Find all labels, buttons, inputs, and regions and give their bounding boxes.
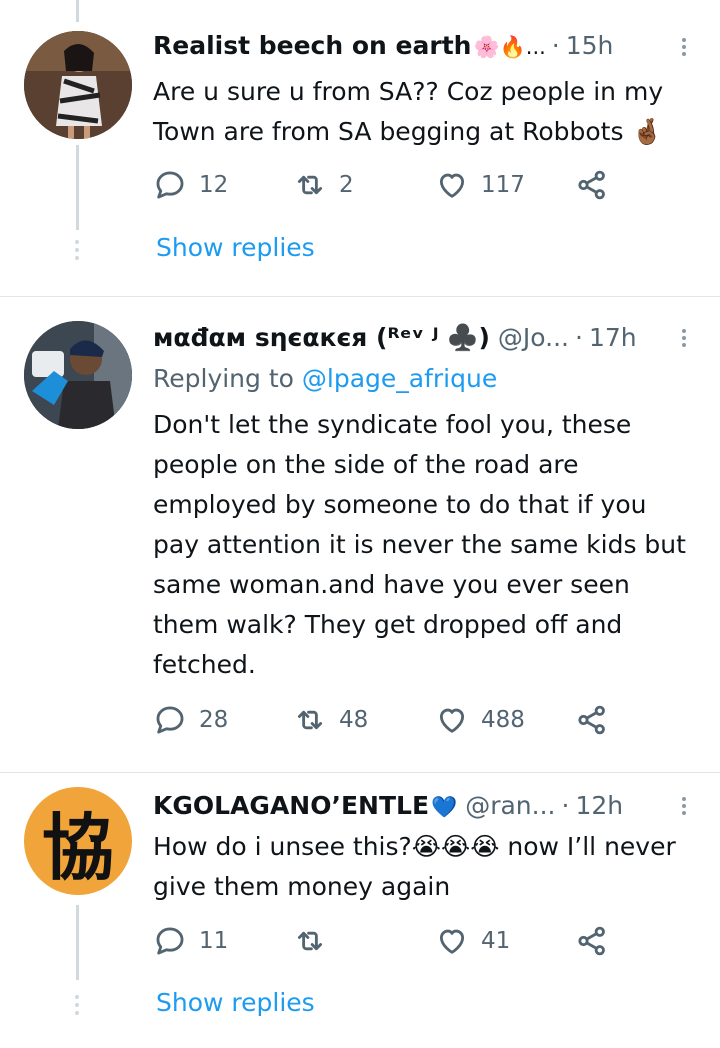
replying-label: Replying to bbox=[153, 364, 302, 393]
retweet-icon bbox=[297, 175, 323, 195]
display-name[interactable]: KGOLAGANO’ENTLE bbox=[153, 789, 429, 823]
reply-count: 12 bbox=[199, 172, 229, 198]
reply-button[interactable]: 28 bbox=[153, 703, 228, 737]
show-replies-link[interactable]: Show replies bbox=[156, 233, 315, 262]
retweet-button[interactable] bbox=[293, 924, 339, 958]
handle[interactable]: @Jo... bbox=[498, 321, 569, 355]
heart-icon bbox=[439, 929, 465, 954]
retweet-icon bbox=[297, 931, 323, 951]
tweet-1[interactable]: Realist beech on earth 🌸🔥... · 15h Are u… bbox=[0, 0, 720, 296]
share-icon bbox=[578, 926, 605, 956]
tweet-text: Don't let the syndicate fool you, these … bbox=[153, 410, 686, 679]
retweet-button[interactable]: 48 bbox=[293, 703, 368, 737]
more-icon[interactable] bbox=[682, 329, 686, 347]
tweet-2[interactable]: мαđαм ѕηєαкєя (ᴿᵉᵛ ᴶ ♣️) @Jo... · 17h Re… bbox=[0, 297, 720, 772]
timestamp[interactable]: 15h bbox=[566, 29, 614, 63]
tweet-header: мαđαм ѕηєαкєя (ᴿᵉᵛ ᴶ ♣️) @Jo... · 17h bbox=[153, 321, 700, 355]
avatar[interactable] bbox=[24, 321, 132, 429]
share-button[interactable] bbox=[575, 168, 609, 202]
retweet-button[interactable]: 2 bbox=[293, 168, 354, 202]
reply-count: 28 bbox=[199, 707, 229, 733]
tweet-header: KGOLAGANO’ENTLE 💙 @ran... · 12h bbox=[153, 789, 700, 824]
separator-dot: · bbox=[551, 31, 560, 60]
replying-to: Replying to @lpage_afrique bbox=[153, 362, 497, 396]
share-icon bbox=[578, 170, 605, 200]
tweet-3[interactable]: 協 KGOLAGANO’ENTLE 💙 @ran... · 12h How do… bbox=[0, 773, 720, 1048]
name-emojis: 💙 bbox=[431, 795, 458, 819]
reply-icon bbox=[156, 927, 184, 955]
like-button[interactable]: 488 bbox=[435, 703, 525, 737]
separator-dot: · bbox=[574, 323, 583, 352]
display-name[interactable]: Realist beech on earth bbox=[153, 29, 471, 63]
like-count: 488 bbox=[481, 707, 525, 733]
avatar[interactable] bbox=[24, 31, 132, 139]
more-icon[interactable] bbox=[682, 38, 686, 56]
display-name[interactable]: мαđαм ѕηєαкєя (ᴿᵉᵛ ᴶ ♣️) bbox=[153, 321, 490, 355]
like-button[interactable]: 117 bbox=[435, 168, 525, 202]
retweet-count: 48 bbox=[339, 707, 369, 733]
avatar[interactable]: 協 bbox=[24, 787, 132, 895]
reply-count: 11 bbox=[199, 928, 229, 954]
avatar-glyph: 協 bbox=[41, 804, 114, 890]
timestamp[interactable]: 12h bbox=[575, 789, 623, 823]
name-emojis: 🌸🔥... bbox=[473, 35, 546, 59]
action-bar: 28 48 488 bbox=[153, 703, 623, 743]
share-button[interactable] bbox=[575, 703, 609, 737]
reply-icon bbox=[156, 706, 184, 734]
share-icon bbox=[578, 705, 605, 735]
avatar-photo bbox=[24, 321, 132, 429]
reply-button[interactable]: 11 bbox=[153, 924, 228, 958]
handle[interactable]: @ran... bbox=[465, 789, 555, 823]
heart-icon bbox=[439, 708, 465, 733]
reply-button[interactable]: 12 bbox=[153, 168, 228, 202]
retweet-icon bbox=[297, 710, 323, 730]
avatar-photo bbox=[24, 31, 132, 139]
tweet-text: Are u sure u from SA?? Coz people in my … bbox=[153, 77, 664, 146]
replying-mention-link[interactable]: @lpage_afrique bbox=[302, 364, 497, 393]
share-button[interactable] bbox=[575, 924, 609, 958]
reply-icon bbox=[156, 171, 184, 199]
timestamp[interactable]: 17h bbox=[589, 321, 637, 355]
more-icon[interactable] bbox=[682, 797, 686, 815]
like-count: 117 bbox=[481, 172, 525, 198]
action-bar: 11 41 bbox=[153, 924, 623, 964]
action-bar: 12 2 117 bbox=[153, 168, 623, 208]
tweet-text: How do i unsee this?😭😭😭 now I’ll never g… bbox=[153, 832, 676, 901]
like-count: 41 bbox=[481, 928, 511, 954]
heart-icon bbox=[439, 173, 465, 198]
show-replies-link[interactable]: Show replies bbox=[156, 988, 315, 1017]
like-button[interactable]: 41 bbox=[435, 924, 510, 958]
retweet-count: 2 bbox=[339, 172, 354, 198]
separator-dot: · bbox=[561, 791, 570, 820]
tweet-header: Realist beech on earth 🌸🔥... · 15h bbox=[153, 29, 700, 64]
